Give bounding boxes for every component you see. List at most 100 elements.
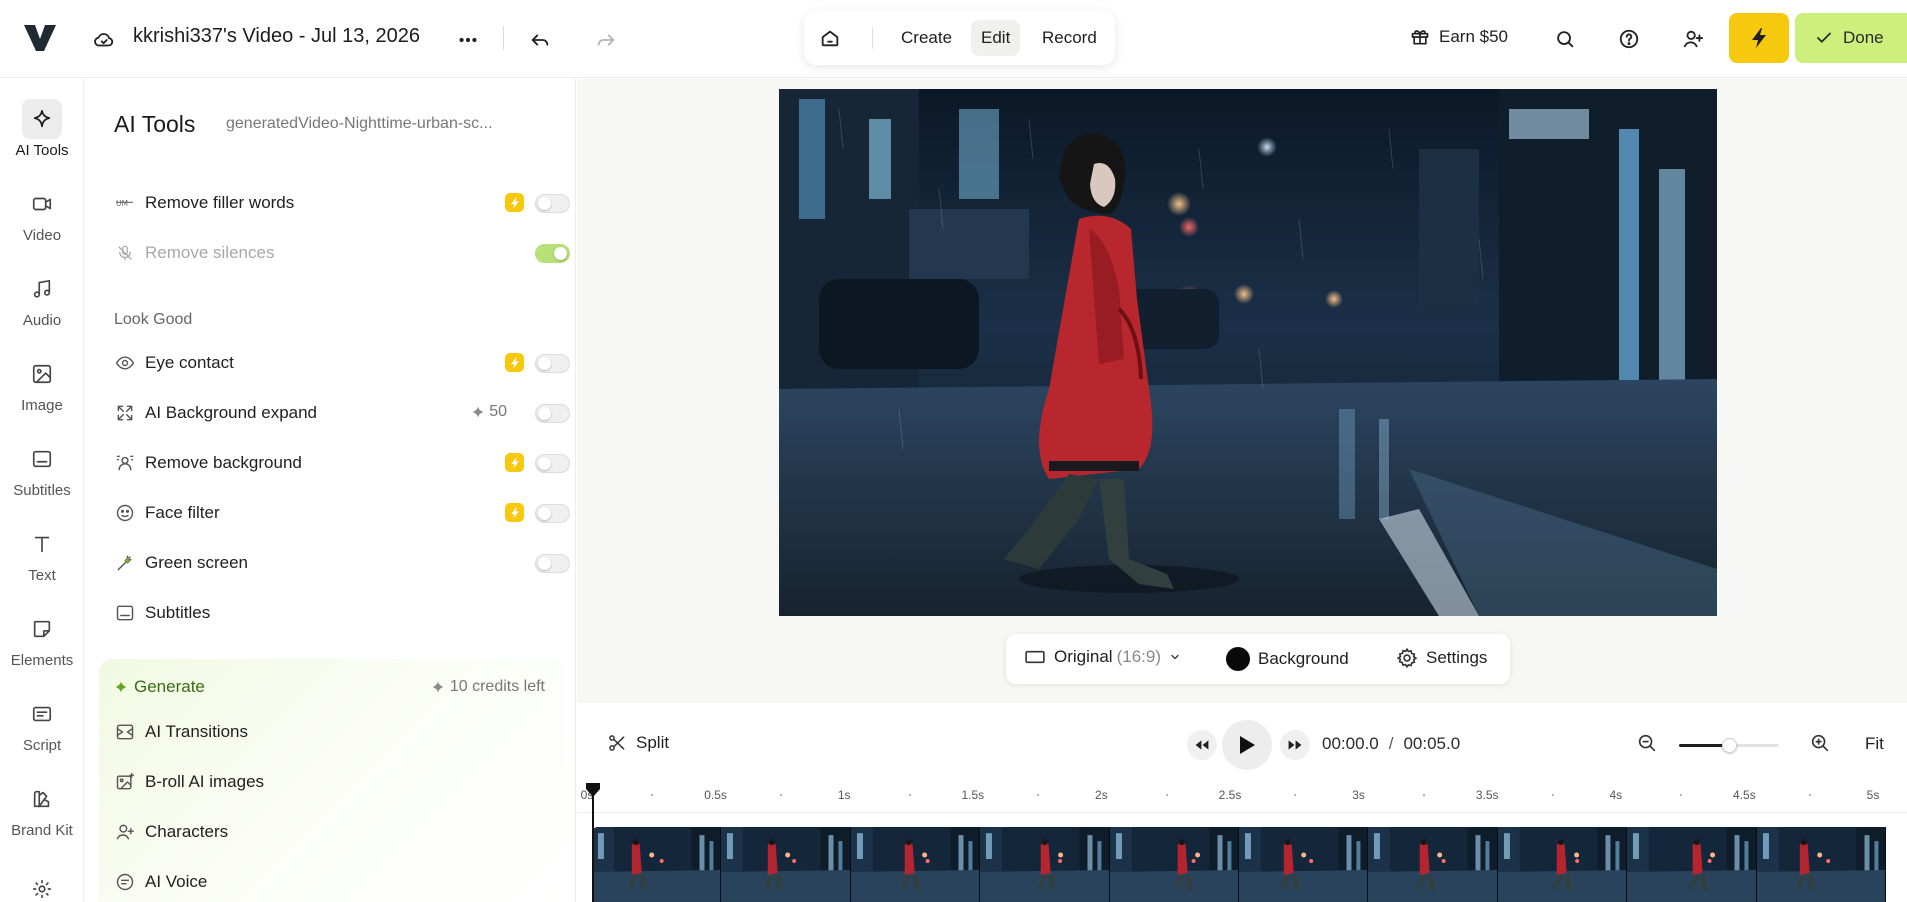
filmstrip-thumbnail xyxy=(1368,827,1498,902)
music-note-icon xyxy=(22,269,62,309)
tool-eye-contact[interactable]: Eye contact xyxy=(114,348,570,378)
ai-tools-panel: AI Tools generatedVideo-Nighttime-urban-… xyxy=(85,79,576,902)
rail-item-video[interactable]: Video xyxy=(0,184,84,244)
tool-broll-ai-images[interactable]: B-roll AI images xyxy=(114,767,554,797)
help-icon[interactable] xyxy=(1614,24,1644,54)
add-person-icon xyxy=(114,821,136,843)
remove-silences-toggle[interactable] xyxy=(535,244,570,263)
fit-button[interactable]: Fit xyxy=(1865,734,1884,754)
ai-background-expand-toggle[interactable] xyxy=(535,404,570,423)
zoom-slider-handle[interactable] xyxy=(1722,738,1737,753)
filmstrip-thumbnail xyxy=(1627,827,1757,902)
tab-create[interactable]: Create xyxy=(891,20,962,56)
settings-button[interactable]: Settings xyxy=(1396,647,1487,669)
split-button[interactable]: Split xyxy=(607,733,669,753)
ruler-tick-dot xyxy=(1551,794,1554,796)
premium-lightning-icon xyxy=(505,353,524,372)
tool-face-filter[interactable]: Face filter xyxy=(114,498,570,528)
tool-ai-voice[interactable]: AI Voice xyxy=(114,867,554,897)
rail-item-elements[interactable]: Elements xyxy=(0,609,84,669)
tool-label: Characters xyxy=(145,822,229,841)
rail-item-audio[interactable]: Audio xyxy=(0,269,84,329)
tool-green-screen[interactable]: Green screen xyxy=(114,548,570,578)
video-track-clip[interactable] xyxy=(592,827,1886,902)
ruler-tick-label: 3.5s xyxy=(1475,788,1499,802)
rail-item-brand-kit[interactable]: Brand Kit xyxy=(0,779,84,839)
document-title[interactable]: kkrishi337's Video - Jul 13, 2026 xyxy=(133,25,420,48)
tool-subtitles[interactable]: Subtitles xyxy=(114,598,554,628)
tool-label: Green screen xyxy=(145,553,248,572)
filmstrip-thumbnail xyxy=(1756,827,1886,902)
rail-item-ai-tools[interactable]: AI Tools xyxy=(0,99,84,159)
green-screen-toggle[interactable] xyxy=(535,554,570,573)
tool-characters[interactable]: Characters xyxy=(114,817,554,847)
zoom-out-button[interactable] xyxy=(1636,732,1658,759)
filmstrip-thumbnail xyxy=(980,827,1110,902)
cloud-saved-icon[interactable] xyxy=(92,28,116,52)
fast-forward-button[interactable] xyxy=(1280,730,1310,760)
tool-ai-transitions[interactable]: AI Transitions xyxy=(114,717,554,747)
rail-item-script[interactable]: Script xyxy=(0,694,84,754)
rail-item-image[interactable]: Image xyxy=(0,354,84,414)
rail-label: Subtitles xyxy=(13,482,71,499)
top-bar: kkrishi337's Video - Jul 13, 2026 Create… xyxy=(0,0,1907,78)
zoom-slider[interactable] xyxy=(1679,738,1779,753)
aspect-ratio-dropdown[interactable]: Original (16:9) xyxy=(1024,647,1181,667)
panel-title: AI Tools xyxy=(114,111,196,137)
tool-label: AI Voice xyxy=(145,872,208,891)
tool-ai-background-expand[interactable]: AI Background expand 50 xyxy=(114,398,570,428)
subtitles-icon xyxy=(114,602,136,624)
rail-item-settings[interactable] xyxy=(0,869,84,902)
generate-title: Generate xyxy=(134,677,205,696)
tab-record[interactable]: Record xyxy=(1032,20,1107,56)
ruler-tick-label: 5s xyxy=(1866,788,1880,802)
more-options-icon[interactable] xyxy=(455,27,481,53)
earn-referral-button[interactable]: Earn $50 xyxy=(1410,27,1508,47)
remove-filler-words-toggle[interactable] xyxy=(535,194,570,213)
tool-remove-silences[interactable]: Remove silences xyxy=(114,238,570,268)
redo-icon[interactable] xyxy=(592,26,620,54)
upgrade-button[interactable] xyxy=(1729,13,1789,63)
invite-user-icon[interactable] xyxy=(1678,24,1708,54)
remove-background-toggle[interactable] xyxy=(535,454,570,473)
credit-cost-value: 50 xyxy=(489,403,507,420)
aspect-ratio-icon xyxy=(1025,650,1045,664)
background-color-swatch xyxy=(1226,647,1250,671)
expand-icon xyxy=(114,402,136,424)
time-separator: / xyxy=(1388,734,1394,753)
undo-icon[interactable] xyxy=(526,26,554,54)
ruler-tick-dot xyxy=(779,794,782,796)
playhead[interactable] xyxy=(586,783,600,902)
fast-forward-icon xyxy=(1288,740,1302,750)
play-button[interactable] xyxy=(1222,720,1272,770)
timeline-ruler[interactable]: 0s 0.5s 1s 1.5s 2s 2.5s 3s 3.5s 4s 4.5s 5s xyxy=(577,785,1907,813)
premium-lightning-icon xyxy=(505,503,524,522)
magic-wand-icon xyxy=(114,552,136,574)
rewind-icon xyxy=(1195,740,1209,750)
canvas-options-bar: Original (16:9) Background Settings xyxy=(1006,634,1510,684)
tool-remove-background[interactable]: Remove background xyxy=(114,448,570,478)
play-icon xyxy=(1240,736,1255,754)
face-filter-icon xyxy=(114,502,136,524)
ruler-tick-dot xyxy=(1037,794,1040,796)
zoom-in-button[interactable] xyxy=(1809,732,1831,759)
logo-icon[interactable] xyxy=(22,22,58,54)
ruler-tick-dot xyxy=(908,794,911,796)
rail-item-subtitles[interactable]: Subtitles xyxy=(0,439,84,499)
background-button[interactable]: Background xyxy=(1226,647,1349,671)
rewind-button[interactable] xyxy=(1187,730,1217,760)
done-button[interactable]: Done xyxy=(1795,13,1907,63)
rail-label: Script xyxy=(22,737,62,754)
home-icon[interactable] xyxy=(814,22,846,54)
generate-heading: Generate xyxy=(114,677,205,697)
search-icon[interactable] xyxy=(1550,24,1580,54)
face-filter-toggle[interactable] xyxy=(535,504,570,523)
rail-item-text[interactable]: Text xyxy=(0,524,84,584)
rail-label: Video xyxy=(22,227,62,244)
script-icon xyxy=(22,694,62,734)
video-preview[interactable] xyxy=(779,89,1717,616)
tab-edit[interactable]: Edit xyxy=(971,20,1021,56)
eye-contact-toggle[interactable] xyxy=(535,354,570,373)
tool-label: B-roll AI images xyxy=(145,772,265,791)
tool-remove-filler-words[interactable]: UM Remove filler words xyxy=(114,188,570,218)
